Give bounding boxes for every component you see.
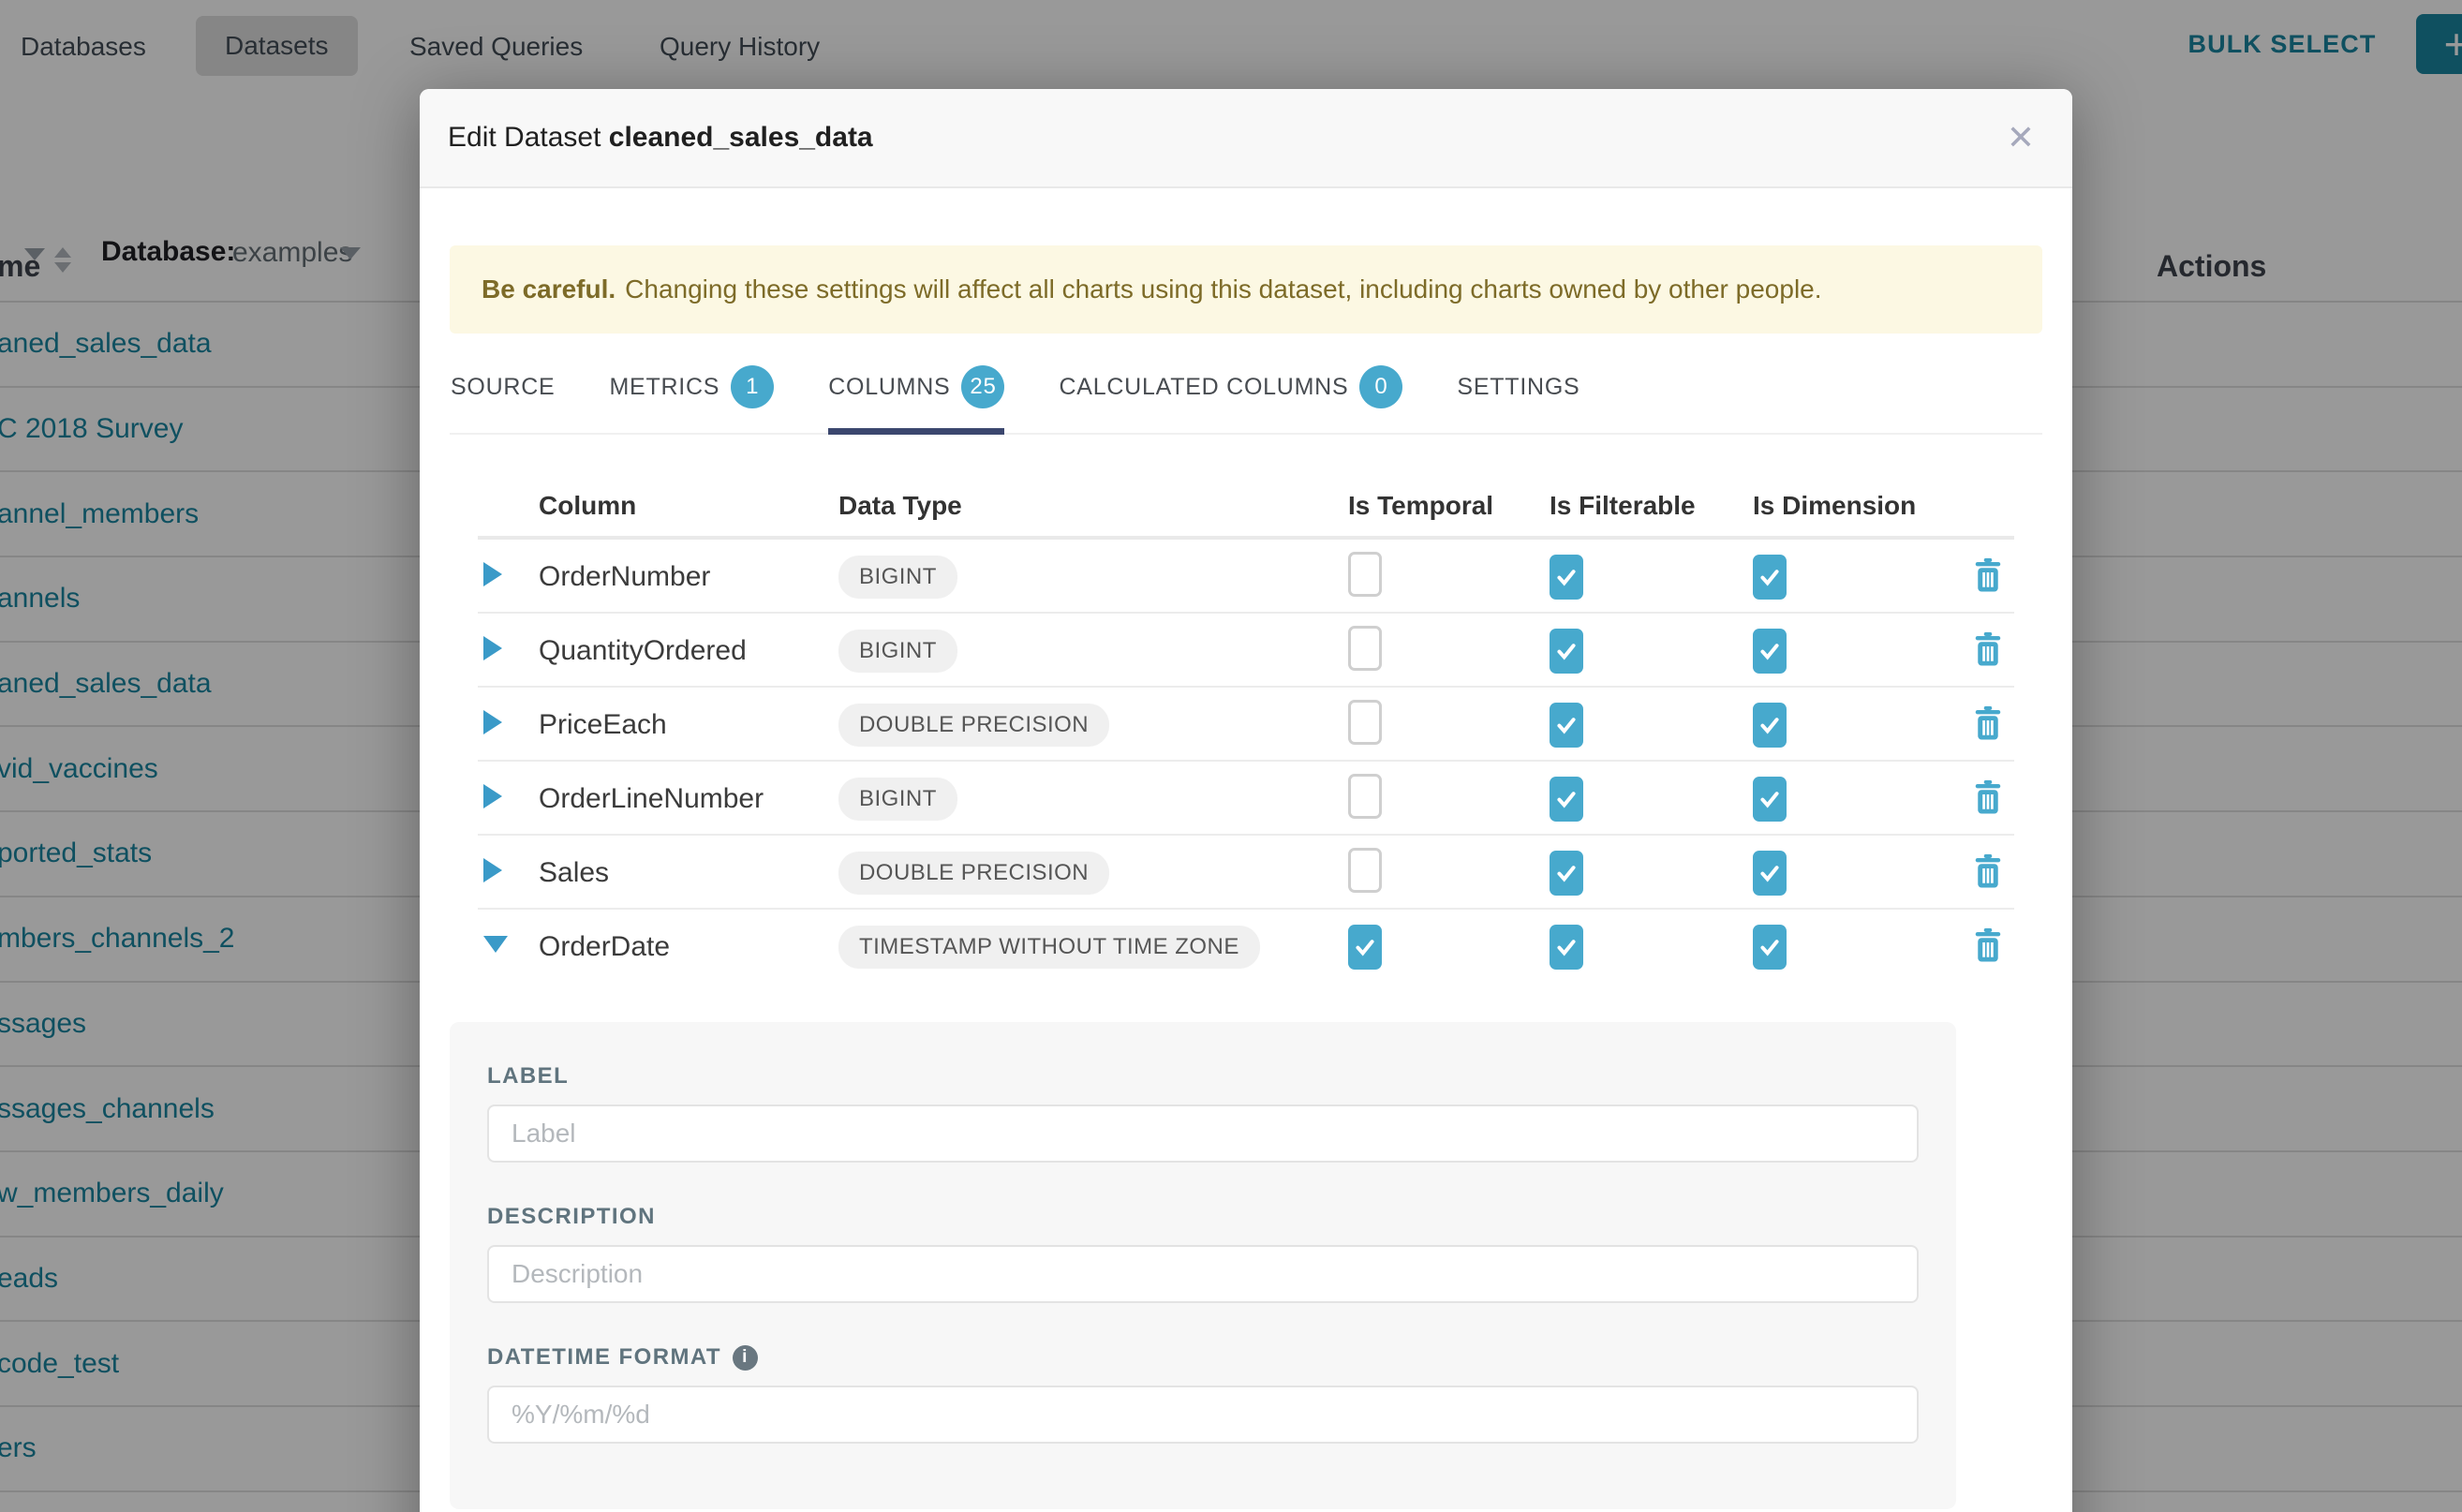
columns-table: Column Data Type Is Temporal Is Filterab…	[450, 435, 2042, 984]
is-dimension-checkbox[interactable]	[1753, 851, 1787, 896]
delete-column-icon[interactable]	[1970, 778, 2042, 821]
column-detail-panel: LABEL DESCRIPTION DATETIME FORMAT i	[450, 1022, 1956, 1509]
description-field-group: DESCRIPTION	[487, 1204, 1919, 1303]
is-dimension-checkbox[interactable]	[1753, 703, 1787, 748]
is-filterable-checkbox[interactable]	[1550, 703, 1583, 748]
warning-banner-bold: Be careful.	[482, 274, 616, 304]
label-input[interactable]	[487, 1104, 1919, 1163]
column-name: OrderDate	[539, 931, 838, 963]
expand-caret-icon[interactable]	[483, 710, 502, 734]
modal-tab-label: SOURCE	[451, 374, 555, 401]
is-temporal-checkbox[interactable]	[1348, 925, 1382, 970]
column-row: OrderLineNumber BIGINT	[450, 762, 2042, 836]
tab-source[interactable]: SOURCE	[451, 347, 555, 433]
is-dimension-checkbox[interactable]	[1753, 629, 1787, 674]
is-temporal-checkbox[interactable]	[1348, 848, 1382, 893]
data-type-pill: BIGINT	[838, 556, 957, 599]
datetime-format-field-label: DATETIME FORMAT i	[487, 1344, 1919, 1371]
delete-column-icon[interactable]	[1970, 926, 2042, 969]
delete-column-icon[interactable]	[1970, 704, 2042, 747]
data-type-pill: BIGINT	[838, 778, 957, 821]
description-field-label: DESCRIPTION	[487, 1204, 1919, 1230]
column-row: Sales DOUBLE PRECISION	[450, 836, 2042, 910]
is-temporal-checkbox[interactable]	[1348, 552, 1382, 597]
column-name: QuantityOrdered	[539, 635, 838, 667]
is-dimension-checkbox[interactable]	[1753, 555, 1787, 600]
data-type-header: Data Type	[838, 491, 1348, 521]
warning-banner-text: Changing these settings will affect all …	[625, 274, 1821, 304]
warning-banner: Be careful. Changing these settings will…	[450, 245, 2042, 334]
is-filterable-checkbox[interactable]	[1550, 925, 1583, 970]
info-icon[interactable]: i	[733, 1345, 758, 1371]
is-temporal-header: Is Temporal	[1348, 491, 1550, 521]
modal-title: Edit Dataset cleaned_sales_data	[448, 122, 873, 154]
delete-column-icon[interactable]	[1970, 630, 2042, 673]
column-row: PriceEach DOUBLE PRECISION	[450, 688, 2042, 762]
expand-caret-icon[interactable]	[483, 562, 502, 586]
delete-column-icon[interactable]	[1970, 556, 2042, 599]
tab-calculated-columns[interactable]: CALCULATED COLUMNS 0	[1059, 347, 1402, 433]
tab-count-badge: 25	[961, 365, 1004, 408]
tab-columns[interactable]: COLUMNS 25	[828, 347, 1004, 433]
label-field-label: LABEL	[487, 1063, 1919, 1090]
columns-table-body: OrderNumber BIGINT QuantityOrdered BIGIN…	[450, 540, 2042, 984]
is-filterable-checkbox[interactable]	[1550, 629, 1583, 674]
modal-header: Edit Dataset cleaned_sales_data ✕	[420, 89, 2072, 188]
datetime-format-input[interactable]	[487, 1386, 1919, 1444]
is-dimension-checkbox[interactable]	[1753, 777, 1787, 822]
is-filterable-checkbox[interactable]	[1550, 555, 1583, 600]
data-type-pill: BIGINT	[838, 630, 957, 673]
tab-count-badge: 1	[731, 365, 774, 408]
tab-metrics[interactable]: METRICS 1	[609, 347, 774, 433]
app-root: DatabasesDatasetsSaved QueriesQuery Hist…	[0, 0, 2462, 1512]
column-header: Column	[539, 491, 838, 521]
is-temporal-checkbox[interactable]	[1348, 626, 1382, 671]
modal-body: Be careful. Changing these settings will…	[420, 245, 2072, 1509]
expand-caret-icon[interactable]	[483, 936, 508, 953]
modal-tab-bar: SOURCE METRICS 1 COLUMNS 25 CALCULATED C…	[450, 347, 2042, 435]
description-input[interactable]	[487, 1245, 1919, 1303]
edit-dataset-modal: Edit Dataset cleaned_sales_data ✕ Be car…	[420, 89, 2072, 1512]
expand-caret-icon[interactable]	[483, 858, 502, 882]
modal-title-prefix: Edit Dataset	[448, 122, 601, 153]
is-dimension-checkbox[interactable]	[1753, 925, 1787, 970]
modal-tab-label: METRICS	[609, 374, 719, 401]
modal-tab-label: SETTINGS	[1457, 374, 1580, 401]
modal-tab-label: COLUMNS	[828, 374, 950, 401]
column-name: OrderLineNumber	[539, 783, 838, 815]
expand-caret-icon[interactable]	[483, 636, 502, 660]
delete-column-icon[interactable]	[1970, 852, 2042, 895]
modal-title-dataset-name: cleaned_sales_data	[609, 122, 873, 153]
data-type-pill: TIMESTAMP WITHOUT TIME ZONE	[838, 926, 1260, 969]
data-type-pill: DOUBLE PRECISION	[838, 704, 1109, 747]
column-name: OrderNumber	[539, 561, 838, 593]
label-field-group: LABEL	[487, 1063, 1919, 1163]
expand-caret-icon[interactable]	[483, 784, 502, 808]
is-temporal-checkbox[interactable]	[1348, 774, 1382, 819]
column-row: OrderDate TIMESTAMP WITHOUT TIME ZONE	[450, 910, 2042, 984]
is-filterable-checkbox[interactable]	[1550, 777, 1583, 822]
close-icon[interactable]: ✕	[1997, 117, 2044, 158]
column-name: PriceEach	[539, 709, 838, 741]
data-type-pill: DOUBLE PRECISION	[838, 852, 1109, 895]
tab-settings[interactable]: SETTINGS	[1457, 347, 1580, 433]
modal-tab-label: CALCULATED COLUMNS	[1059, 374, 1348, 401]
columns-table-header: Column Data Type Is Temporal Is Filterab…	[450, 435, 2042, 540]
column-name: Sales	[539, 857, 838, 889]
tab-count-badge: 0	[1359, 365, 1402, 408]
datetime-format-field-group: DATETIME FORMAT i	[487, 1344, 1919, 1444]
is-filterable-checkbox[interactable]	[1550, 851, 1583, 896]
is-filterable-header: Is Filterable	[1550, 491, 1753, 521]
column-row: QuantityOrdered BIGINT	[450, 614, 2042, 688]
column-row: OrderNumber BIGINT	[450, 540, 2042, 614]
is-dimension-header: Is Dimension	[1753, 491, 1970, 521]
is-temporal-checkbox[interactable]	[1348, 700, 1382, 745]
